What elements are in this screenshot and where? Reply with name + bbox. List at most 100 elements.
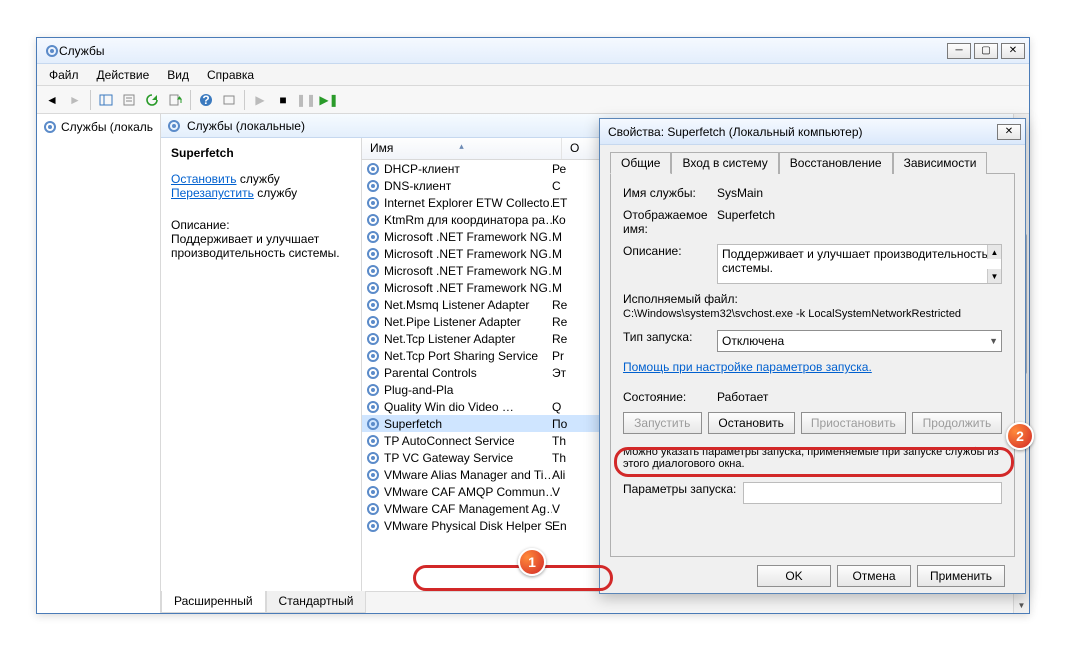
help-button[interactable]: ? (195, 89, 217, 111)
gear-icon (43, 120, 57, 134)
tab-logon[interactable]: Вход в систему (671, 152, 778, 174)
label-state: Состояние: (623, 390, 717, 404)
svg-text:?: ? (202, 93, 209, 107)
service-desc-cell: Th (552, 434, 588, 448)
maximize-button[interactable]: ▢ (974, 43, 998, 59)
service-desc-cell: Ре (552, 162, 588, 176)
resume-button[interactable]: Продолжить (912, 412, 1002, 434)
service-name-cell: Net.Msmq Listener Adapter (384, 298, 529, 312)
value-display-name: Superfetch (717, 208, 1002, 236)
action-button[interactable] (218, 89, 240, 111)
tree-item-services[interactable]: Службы (локаль (41, 118, 156, 136)
service-name-cell: Quality Win dio Video … (384, 400, 514, 414)
gear-icon (366, 298, 380, 312)
label-params: Параметры запуска: (623, 482, 743, 504)
menu-view[interactable]: Вид (159, 66, 197, 84)
dialog-tabs: Общие Вход в систему Восстановление Зави… (610, 151, 1015, 173)
properties-button[interactable] (118, 89, 140, 111)
selected-service-name: Superfetch (171, 146, 351, 160)
badge-1: 1 (518, 548, 546, 576)
service-desc-cell: Ali (552, 468, 588, 482)
stop-button[interactable]: Остановить (708, 412, 795, 434)
pause-button[interactable]: Приостановить (801, 412, 906, 434)
dialog-close-button[interactable]: ✕ (997, 124, 1021, 140)
gear-icon (366, 451, 380, 465)
service-desc-cell: Эт (552, 366, 588, 380)
service-desc-cell: По (552, 417, 588, 431)
menubar: Файл Действие Вид Справка (37, 64, 1029, 86)
label-service-name: Имя службы: (623, 186, 717, 200)
gear-icon (366, 366, 380, 380)
service-name-cell: TP VC Gateway Service (384, 451, 513, 465)
stop-link[interactable]: Остановить (171, 172, 237, 186)
badge-2: 2 (1006, 422, 1034, 450)
service-name-cell: Superfetch (384, 417, 442, 431)
scroll-down-button[interactable]: ▼ (987, 269, 1001, 283)
service-desc-cell: M (552, 247, 588, 261)
tab-general[interactable]: Общие (610, 152, 671, 174)
forward-button[interactable]: ► (64, 89, 86, 111)
gear-icon (366, 519, 380, 533)
properties-dialog: Свойства: Superfetch (Локальный компьюте… (599, 118, 1026, 594)
cancel-button[interactable]: Отмена (837, 565, 911, 587)
gear-icon (366, 417, 380, 431)
gear-icon (366, 315, 380, 329)
service-name-cell: KtmRm для координатора ра… (384, 213, 552, 227)
service-name-cell: Net.Pipe Listener Adapter (384, 315, 521, 329)
label-display-name: Отображаемое имя: (623, 208, 717, 236)
tab-extended[interactable]: Расширенный (161, 591, 266, 613)
service-name-cell: Net.Tcp Listener Adapter (384, 332, 515, 346)
export-button[interactable] (164, 89, 186, 111)
gear-icon (366, 213, 380, 227)
params-hint: Можно указать параметры запуска, применя… (623, 446, 1002, 470)
restart-service-button[interactable]: ▶❚ (318, 89, 340, 111)
dialog-titlebar[interactable]: Свойства: Superfetch (Локальный компьюте… (600, 119, 1025, 145)
menu-file[interactable]: Файл (41, 66, 87, 84)
pause-service-button[interactable]: ❚❚ (295, 89, 317, 111)
tab-standard[interactable]: Стандартный (266, 591, 367, 613)
service-name-cell: DNS-клиент (384, 179, 451, 193)
service-name-cell: VMware Physical Disk Helper S… (384, 519, 552, 533)
service-name-cell: Net.Tcp Port Sharing Service (384, 349, 538, 363)
start-button[interactable]: Запустить (623, 412, 702, 434)
minimize-button[interactable]: ─ (947, 43, 971, 59)
titlebar[interactable]: Службы ─ ▢ ✕ (37, 38, 1029, 64)
service-desc-cell: С (552, 179, 588, 193)
value-state: Работает (717, 390, 1002, 404)
service-name-cell: Internet Explorer ETW Collecto… (384, 196, 552, 210)
service-desc-cell: Pr (552, 349, 588, 363)
right-pane-title: Службы (локальные) (187, 119, 305, 133)
apply-button[interactable]: Применить (917, 565, 1005, 587)
startup-type-combo[interactable]: Отключена▼ (717, 330, 1002, 352)
description-textbox[interactable]: Поддерживает и улучшает производительнос… (717, 244, 1002, 284)
service-desc-cell: Re (552, 298, 588, 312)
menu-help[interactable]: Справка (199, 66, 262, 84)
params-input[interactable] (743, 482, 1002, 504)
label-startup-type: Тип запуска: (623, 330, 717, 352)
start-service-button[interactable]: ▶ (249, 89, 271, 111)
gear-icon (366, 383, 380, 397)
description-label: Описание: (171, 218, 351, 232)
gear-icon (366, 196, 380, 210)
service-name-cell: DHCP-клиент (384, 162, 460, 176)
tab-recovery[interactable]: Восстановление (779, 152, 893, 174)
menu-action[interactable]: Действие (89, 66, 158, 84)
scroll-up-button[interactable]: ▲ (987, 245, 1001, 259)
stop-service-button[interactable]: ■ (272, 89, 294, 111)
gear-icon (366, 349, 380, 363)
label-executable: Исполняемый файл: (623, 292, 1002, 306)
show-hide-tree-button[interactable] (95, 89, 117, 111)
service-name-cell: Microsoft .NET Framework NG… (384, 230, 552, 244)
column-name[interactable]: Имя (362, 138, 562, 159)
ok-button[interactable]: OK (757, 565, 831, 587)
close-button[interactable]: ✕ (1001, 43, 1025, 59)
tab-dependencies[interactable]: Зависимости (893, 152, 988, 174)
startup-help-link[interactable]: Помощь при настройке параметров запуска. (623, 360, 872, 374)
restart-link[interactable]: Перезапустить (171, 186, 254, 200)
back-button[interactable]: ◄ (41, 89, 63, 111)
chevron-down-icon: ▼ (989, 336, 998, 346)
toolbar: ◄ ► ? ▶ ■ ❚❚ ▶❚ (37, 86, 1029, 114)
refresh-button[interactable] (141, 89, 163, 111)
service-name-cell: Microsoft .NET Framework NG… (384, 247, 552, 261)
service-desc-cell: Re (552, 332, 588, 346)
